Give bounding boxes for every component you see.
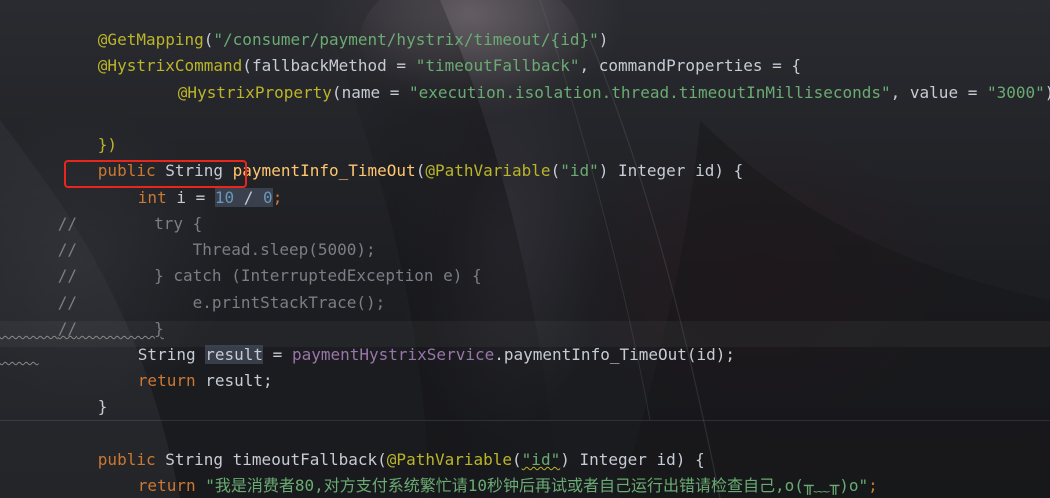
punct-token: =: [958, 83, 987, 102]
code-line-1[interactable]: @GetMapping("/consumer/payment/hystrix/t…: [40, 1, 609, 49]
code-line-4[interactable]: }): [40, 106, 117, 154]
attribute-token: name: [341, 83, 381, 102]
number-token: 10: [214, 188, 235, 207]
attribute-token: value: [909, 83, 959, 102]
punct-token: (: [550, 161, 561, 180]
operator-token: /: [234, 188, 264, 207]
code-line-8[interactable]: // Thread.sleep(5000);: [0, 211, 376, 259]
punct-token: ,: [890, 83, 910, 102]
punct-token: ): [598, 161, 609, 180]
punct-token: ): [1045, 83, 1050, 102]
string-token: "id": [560, 161, 599, 180]
code-editor[interactable]: @GetMapping("/consumer/payment/hystrix/t…: [0, 0, 1050, 498]
highlight-box: [64, 160, 247, 188]
comment-marker: //: [57, 319, 78, 338]
code-line-3[interactable]: @HystrixProperty(name = "execution.isola…: [120, 54, 1050, 102]
punct-token: ;: [272, 188, 283, 207]
punct-token: }: [97, 397, 108, 416]
code-line-17[interactable]: }: [40, 473, 107, 498]
code-line-5[interactable]: public String paymentInfo_TimeOut(@PathV…: [40, 132, 743, 180]
string-token: "3000": [986, 83, 1045, 102]
code-line-11[interactable]: // }: [0, 290, 164, 338]
code-line-10[interactable]: // e.printStackTrace();: [0, 264, 386, 312]
code-line-9[interactable]: // } catch (InterruptedException e) {: [0, 237, 482, 285]
field-token: paymentHystrixService: [291, 345, 495, 364]
code-line-16[interactable]: return "我是消费者80,对方支付系统繁忙请10秒钟后再试或者自己运行出错…: [80, 447, 878, 495]
code-line-7[interactable]: // try {: [0, 185, 203, 233]
code-line-15[interactable]: public String timeoutFallback(@PathVaria…: [40, 421, 705, 469]
code-line-13[interactable]: return result;: [80, 342, 273, 390]
annotation-token: @PathVariable: [425, 161, 551, 180]
code-line-2[interactable]: @HystrixCommand(fallbackMethod = "timeou…: [40, 27, 801, 75]
keyword-token: return: [137, 371, 196, 390]
code-line-12[interactable]: String result = paymentHystrixService.pa…: [80, 316, 735, 364]
params-token: Integer id) {: [608, 161, 744, 180]
code-line-14[interactable]: }: [40, 368, 108, 416]
punct-token: =: [380, 83, 409, 102]
method-call-token: .paymentInfo_TimeOut(id);: [494, 345, 736, 364]
number-token: 0: [263, 188, 273, 207]
keyword-token: return: [137, 476, 196, 495]
return-value-token: result;: [195, 371, 273, 390]
punct-token: (: [415, 161, 426, 180]
punct-token: (: [331, 83, 342, 102]
string-token: "execution.isolation.thread.timeoutInMil…: [409, 83, 891, 102]
string-token: "我是消费者80,对方支付系统繁忙请10秒钟后再试或者自己运行出错请检查自己,o…: [205, 476, 869, 495]
punct-token: ;: [868, 476, 878, 495]
annotation-token: @HystrixProperty: [177, 83, 332, 102]
